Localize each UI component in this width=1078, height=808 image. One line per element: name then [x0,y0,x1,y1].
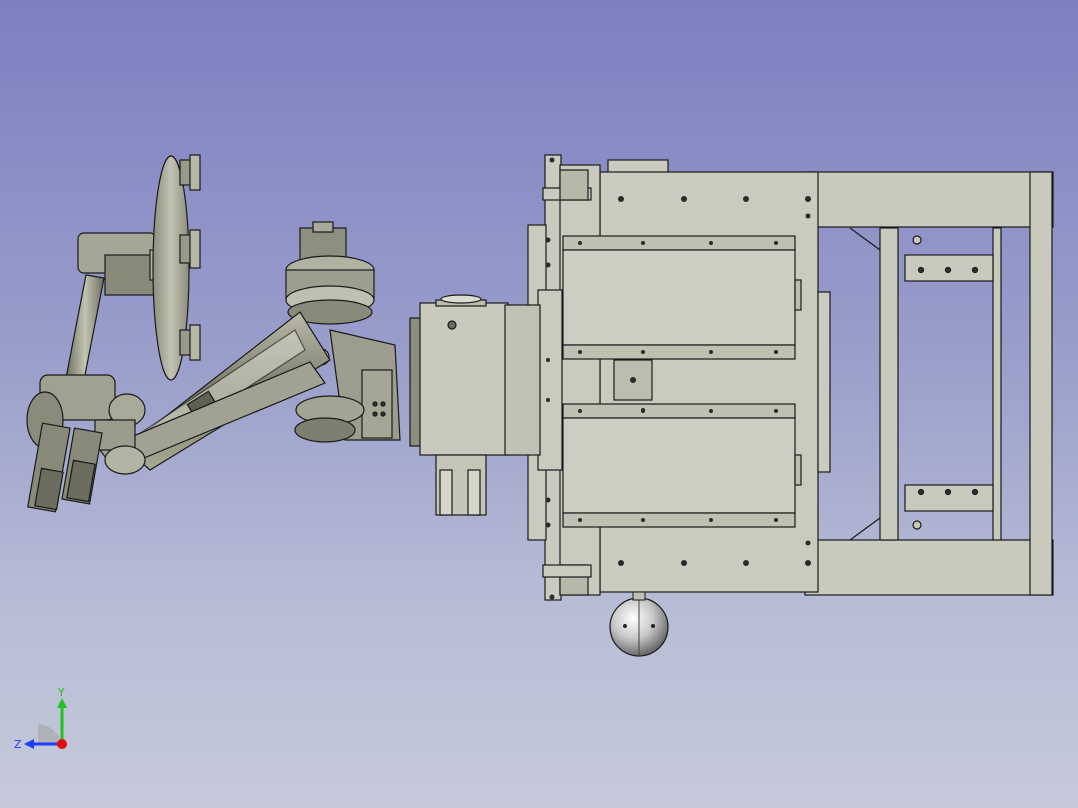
z-axis-arrow-icon [24,739,34,749]
robot-model[interactable] [0,0,1078,808]
y-axis-arrow-icon [57,698,67,708]
x-axis-dot-icon [57,739,67,749]
forearm [65,232,165,381]
main-plate [527,154,831,601]
chassis-frame [804,171,1054,596]
z-axis-label: Z [14,738,22,751]
base-joint [409,294,541,516]
axis-triad[interactable]: Y Z [10,686,80,756]
caster-sphere [609,591,669,657]
3d-viewport[interactable]: Y Z [0,0,1078,808]
tool-disc [152,154,201,381]
y-axis-label: Y [57,686,65,699]
wrist-gripper [26,374,146,513]
